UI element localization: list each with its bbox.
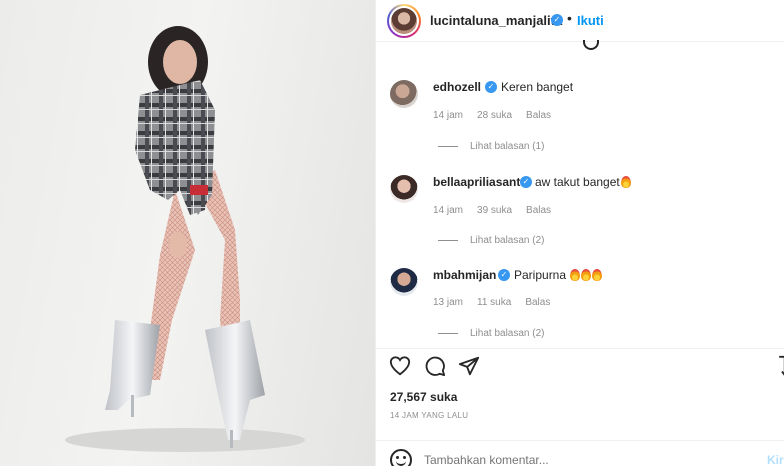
reply-button[interactable]: Balas bbox=[525, 297, 550, 308]
comment-username[interactable]: mbahmijan bbox=[433, 268, 496, 282]
scroll-indicator-icon bbox=[583, 40, 599, 50]
comment-text: aw takut banget bbox=[535, 175, 631, 189]
post-header: lucintaluna_manjalita ✓ • Ikuti bbox=[376, 0, 784, 42]
comment-time: 14 jam bbox=[433, 205, 464, 216]
comment-text: Paripurna bbox=[514, 268, 603, 282]
verified-badge-icon: ✓ bbox=[520, 176, 532, 188]
action-bar bbox=[376, 348, 784, 378]
bookmark-icon[interactable] bbox=[778, 355, 784, 377]
reply-button[interactable]: Balas bbox=[526, 110, 551, 121]
comment-time: 14 jam bbox=[433, 110, 464, 121]
comment-text-label: aw takut banget bbox=[535, 175, 620, 189]
verified-badge-icon: ✓ bbox=[498, 269, 510, 281]
comment-username[interactable]: bellaapriliasant bbox=[433, 175, 520, 189]
fire-emoji-icon bbox=[592, 269, 603, 281]
reply-button[interactable]: Balas bbox=[526, 205, 551, 216]
post-photo[interactable] bbox=[0, 0, 375, 466]
comment-input[interactable] bbox=[424, 453, 724, 466]
likes-count[interactable]: 27,567 suka bbox=[390, 390, 457, 404]
comment-bubble-icon[interactable] bbox=[424, 355, 446, 377]
verified-badge-icon: ✓ bbox=[551, 14, 563, 26]
comment-meta: 13 jam 11 suka Balas bbox=[433, 297, 564, 308]
paper-plane-icon[interactable] bbox=[458, 355, 480, 377]
view-replies-button[interactable]: Lihat balasan (2) bbox=[438, 235, 545, 246]
comments-panel: lucintaluna_manjalita ✓ • Ikuti edhozell… bbox=[375, 0, 784, 466]
view-replies-button[interactable]: Lihat balasan (1) bbox=[438, 141, 545, 152]
comment-likes[interactable]: 28 suka bbox=[477, 110, 512, 121]
author-avatar[interactable] bbox=[387, 4, 421, 38]
comment-username[interactable]: edhozell bbox=[433, 80, 481, 94]
follow-button[interactable]: Ikuti bbox=[577, 13, 604, 28]
post-image bbox=[65, 26, 305, 452]
separator-dot: • bbox=[567, 10, 572, 26]
post-time: 14 JAM YANG LALU bbox=[390, 411, 469, 420]
author-username[interactable]: lucintaluna_manjalita bbox=[430, 13, 562, 28]
fire-emoji-icon bbox=[581, 269, 592, 281]
comment-composer: Kirim bbox=[376, 440, 784, 466]
comment-meta: 14 jam 39 suka Balas bbox=[433, 205, 565, 216]
fire-emoji-icon bbox=[570, 269, 581, 281]
comment-time: 13 jam bbox=[433, 297, 464, 308]
verified-badge-icon: ✓ bbox=[485, 81, 497, 93]
view-replies-button[interactable]: Lihat balasan (2) bbox=[438, 328, 545, 339]
post-comment-button[interactable]: Kirim bbox=[767, 453, 784, 466]
fire-emoji-icon bbox=[620, 176, 631, 188]
commenter-avatar[interactable] bbox=[390, 80, 418, 108]
comment-likes[interactable]: 39 suka bbox=[477, 205, 512, 216]
comment-text: Keren banget bbox=[501, 80, 574, 94]
heart-icon[interactable] bbox=[389, 355, 411, 377]
commenter-avatar[interactable] bbox=[390, 175, 418, 203]
commenter-avatar[interactable] bbox=[390, 268, 418, 296]
comment-text-label: Paripurna bbox=[514, 268, 567, 282]
view-replies-label: Lihat balasan (1) bbox=[470, 141, 545, 152]
comment-likes[interactable]: 11 suka bbox=[477, 297, 511, 308]
view-replies-label: Lihat balasan (2) bbox=[470, 235, 545, 246]
comment-meta: 14 jam 28 suka Balas bbox=[433, 110, 565, 121]
view-replies-label: Lihat balasan (2) bbox=[470, 328, 545, 339]
emoji-icon[interactable] bbox=[390, 449, 412, 466]
